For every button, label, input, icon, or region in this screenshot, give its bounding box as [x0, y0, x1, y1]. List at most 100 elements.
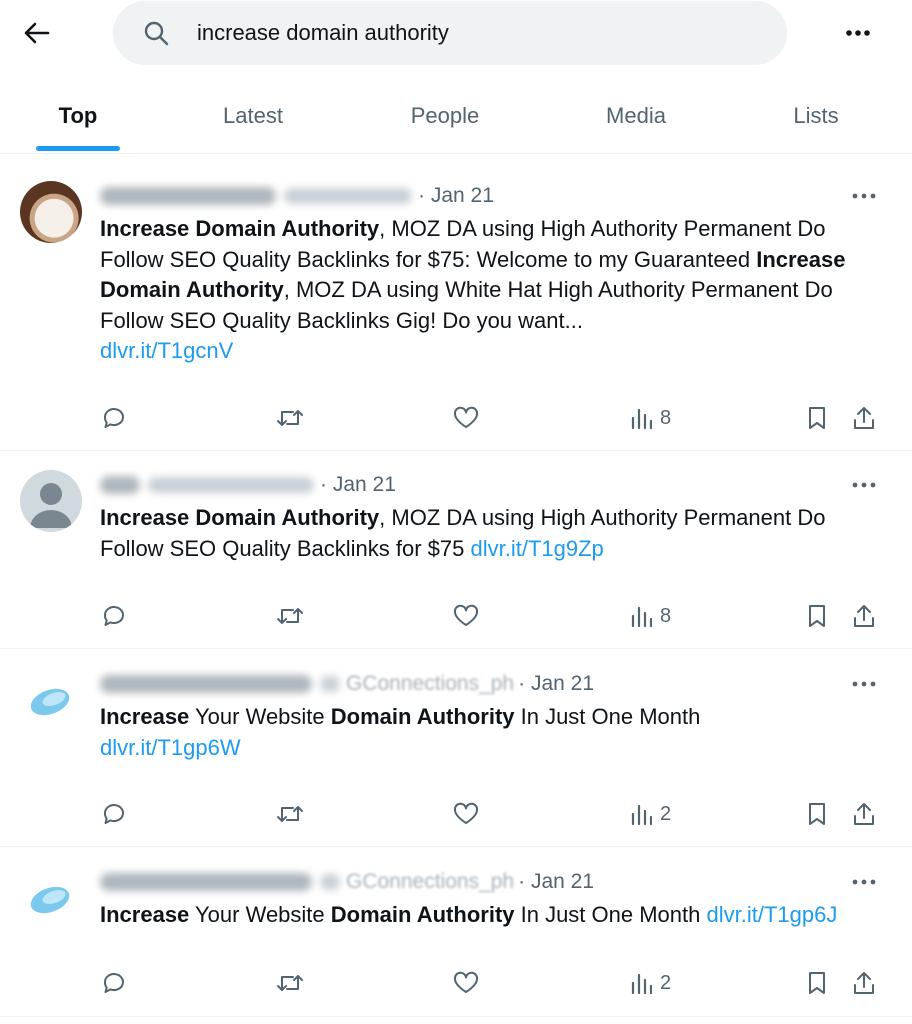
- like-button[interactable]: [452, 966, 480, 1000]
- share-icon: [854, 407, 874, 429]
- tweet-text: Increase Domain Authority, MOZ DA using …: [100, 216, 846, 363]
- tweet[interactable]: GConnections_ph · Jan 21 Increase Your W…: [0, 649, 912, 847]
- author-handle[interactable]: GConnections_ph: [346, 672, 514, 696]
- tweet-date[interactable]: Jan 21: [531, 672, 594, 696]
- author-name[interactable]: [100, 873, 312, 891]
- tweet-date[interactable]: Jan 21: [431, 184, 494, 208]
- tweet-link[interactable]: dlvr.it/T1gcnV: [100, 338, 233, 363]
- tweet[interactable]: · Jan 21 Increase Domain Authority, MOZ …: [0, 451, 912, 649]
- heart-icon: [453, 604, 479, 626]
- tweet-link[interactable]: dlvr.it/T1gp6W: [100, 735, 241, 760]
- tweet[interactable]: GConnections_ph · Jan 21 Increase Your W…: [0, 847, 912, 1017]
- avatar[interactable]: [20, 669, 82, 731]
- reply-button[interactable]: [101, 797, 127, 831]
- more-horizontal-icon: [846, 30, 870, 36]
- tab-latest[interactable]: Latest: [200, 78, 306, 154]
- more-options-button[interactable]: [838, 14, 878, 52]
- retweet-button[interactable]: [275, 966, 305, 1000]
- avatar[interactable]: [20, 470, 82, 532]
- author-name[interactable]: [100, 187, 276, 205]
- tweet-text: Increase Domain Authority, MOZ DA using …: [100, 505, 826, 561]
- views-count: 8: [660, 406, 672, 429]
- tweet-date[interactable]: Jan 21: [531, 870, 594, 894]
- search-box[interactable]: [113, 1, 787, 65]
- retweet-button[interactable]: [275, 401, 305, 435]
- share-button[interactable]: [851, 797, 877, 831]
- views-chart-icon: [631, 973, 652, 995]
- views-chart-icon: [631, 606, 652, 628]
- views-button[interactable]: 8: [630, 401, 671, 435]
- tweet-more-button[interactable]: [846, 470, 882, 500]
- retweet-icon: [277, 806, 303, 822]
- bookmark-icon: [809, 972, 825, 994]
- retweet-icon: [277, 608, 303, 624]
- views-count: 2: [660, 802, 672, 825]
- tweet-header: · Jan 21: [100, 181, 494, 211]
- bookmark-button[interactable]: [805, 401, 829, 435]
- search-header: [0, 0, 912, 70]
- like-button[interactable]: [452, 599, 480, 633]
- tweet-more-button[interactable]: [846, 181, 882, 211]
- like-button[interactable]: [452, 797, 480, 831]
- more-horizontal-icon: [852, 193, 876, 199]
- author-handle[interactable]: [148, 477, 314, 493]
- tab-people[interactable]: People: [392, 78, 498, 154]
- tweet-link[interactable]: dlvr.it/T1g9Zp: [470, 536, 603, 561]
- search-input[interactable]: [197, 20, 757, 46]
- like-button[interactable]: [452, 401, 480, 435]
- reply-button[interactable]: [101, 966, 127, 1000]
- views-chart-icon: [631, 408, 652, 430]
- share-button[interactable]: [851, 966, 877, 1000]
- views-button[interactable]: 2: [630, 797, 671, 831]
- highlight: Domain Authority: [330, 902, 515, 927]
- views-count: 8: [660, 604, 672, 627]
- tweet-date[interactable]: Jan 21: [333, 473, 396, 497]
- heart-icon: [453, 406, 479, 428]
- bookmark-icon: [809, 605, 825, 627]
- tweet-more-button[interactable]: [846, 867, 882, 897]
- back-button[interactable]: [18, 14, 56, 52]
- bookmark-icon: [809, 407, 825, 429]
- share-icon: [854, 605, 874, 627]
- retweet-button[interactable]: [275, 797, 305, 831]
- highlight: Increase: [100, 704, 190, 729]
- author-name[interactable]: [100, 675, 312, 693]
- retweet-icon: [277, 975, 303, 991]
- tab-media[interactable]: Media: [584, 78, 688, 154]
- reply-button[interactable]: [101, 401, 127, 435]
- tab-lists[interactable]: Lists: [770, 78, 862, 154]
- tweet-actions: 8: [0, 401, 912, 435]
- avatar[interactable]: [20, 867, 82, 929]
- search-icon: [141, 18, 171, 48]
- bookmark-icon: [809, 803, 825, 825]
- author-name[interactable]: [100, 476, 140, 494]
- bookmark-button[interactable]: [805, 966, 829, 1000]
- author-handle[interactable]: GConnections_ph: [346, 870, 514, 894]
- tweet-actions: 8: [0, 599, 912, 633]
- highlight: Domain Authority: [330, 704, 515, 729]
- share-button[interactable]: [851, 599, 877, 633]
- arrow-left-icon: [24, 22, 50, 44]
- author-handle[interactable]: [284, 188, 412, 204]
- bookmark-button[interactable]: [805, 599, 829, 633]
- share-icon: [854, 972, 874, 994]
- highlight: Increase: [100, 902, 190, 927]
- reply-button[interactable]: [101, 599, 127, 633]
- highlight: Increase Domain Authority: [100, 505, 380, 530]
- views-button[interactable]: 2: [630, 966, 671, 1000]
- active-tab-indicator: [36, 146, 120, 151]
- views-button[interactable]: 8: [630, 599, 671, 633]
- reply-icon: [103, 804, 124, 824]
- share-icon: [854, 803, 874, 825]
- tab-top[interactable]: Top: [36, 78, 120, 154]
- views-chart-icon: [631, 804, 652, 826]
- heart-icon: [453, 802, 479, 824]
- tweet-more-button[interactable]: [846, 669, 882, 699]
- tweet[interactable]: · Jan 21 Increase Domain Authority, MOZ …: [0, 155, 912, 451]
- tweet-link[interactable]: dlvr.it/T1gp6J: [706, 902, 837, 927]
- share-button[interactable]: [851, 401, 877, 435]
- search-tabs: Top Latest People Media Lists: [0, 78, 912, 154]
- avatar[interactable]: [20, 181, 82, 243]
- retweet-button[interactable]: [275, 599, 305, 633]
- bookmark-button[interactable]: [805, 797, 829, 831]
